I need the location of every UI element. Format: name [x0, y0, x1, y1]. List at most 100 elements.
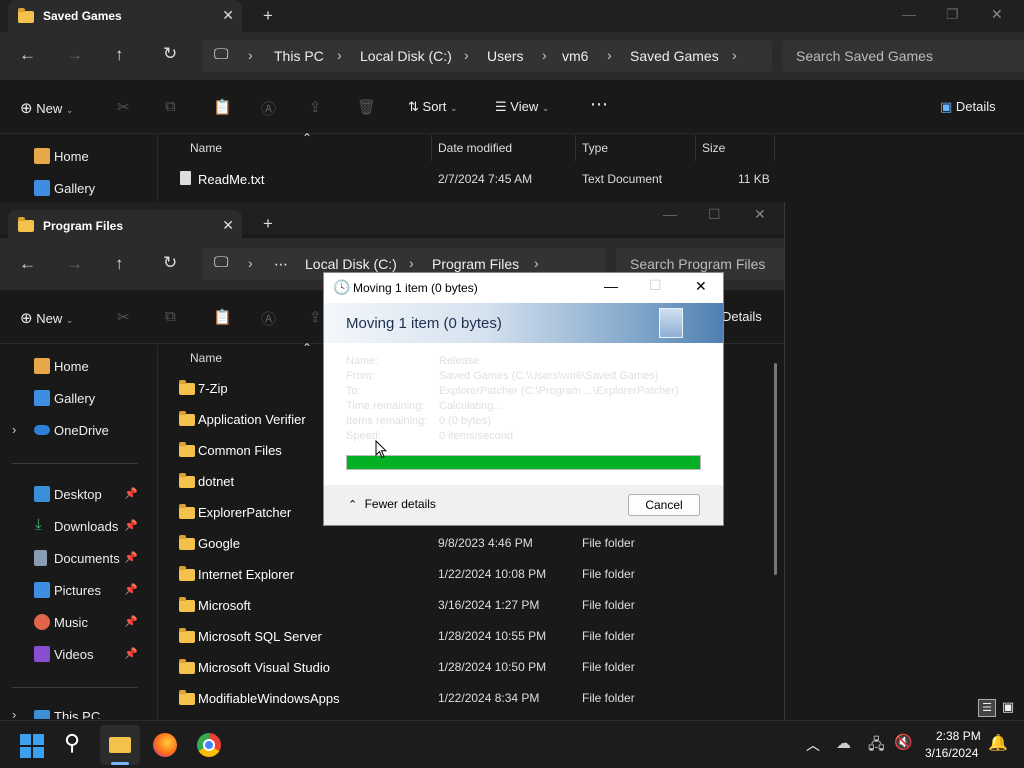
dialog-title-bar[interactable]: 🕓 Moving 1 item (0 bytes) — ☐ ✕ — [324, 273, 723, 303]
chevron-right-icon[interactable]: › — [607, 47, 612, 63]
cancel-button[interactable]: Cancel — [628, 494, 700, 516]
title-bar[interactable]: Saved Games ✕ + — ❐ ✕ — [0, 0, 1024, 32]
refresh-icon[interactable]: ↻ — [163, 44, 177, 64]
share-icon[interactable]: ⇪ — [309, 308, 322, 326]
tiles-view-toggle-icon[interactable]: ▣ — [999, 699, 1017, 717]
dialog-minimize-button[interactable]: — — [604, 278, 618, 294]
dialog-maximize-button[interactable]: ☐ — [649, 277, 662, 294]
fewer-details-button[interactable]: ⌃ Fewer details — [348, 497, 436, 511]
new-tab-button[interactable]: + — [263, 214, 273, 234]
paste-icon[interactable]: 📋 — [213, 98, 232, 116]
column-date-modified[interactable]: Date modified — [438, 141, 512, 155]
refresh-icon[interactable]: ↻ — [163, 253, 177, 273]
paste-icon[interactable]: 📋 — [213, 308, 232, 326]
maximize-button[interactable]: ☐ — [708, 206, 721, 223]
delete-icon[interactable]: 🗑 — [357, 98, 376, 116]
breadcrumb-users[interactable]: Users — [487, 48, 524, 64]
chevron-right-icon[interactable]: › — [534, 255, 539, 271]
sort-button[interactable]: ⇅ Sort ⌄ — [408, 99, 458, 115]
new-button[interactable]: ⊕ New ⌄ — [20, 99, 73, 117]
maximize-button[interactable]: ❐ — [946, 6, 959, 23]
up-arrow-icon[interactable]: ↑ — [115, 45, 124, 65]
search-icon[interactable]: ⚲ — [64, 730, 80, 756]
new-tab-button[interactable]: + — [263, 6, 273, 26]
volume-muted-icon[interactable]: 🔇 — [894, 733, 913, 751]
up-arrow-icon[interactable]: ↑ — [115, 254, 124, 274]
chevron-right-icon[interactable]: › — [542, 47, 547, 63]
folder-row[interactable]: Internet Explorer 1/22/2024 10:08 PM Fil… — [160, 559, 760, 590]
breadcrumb-local-disk[interactable]: Local Disk (C:) — [360, 48, 452, 64]
back-arrow-icon[interactable]: ← — [19, 254, 36, 274]
rename-icon[interactable]: Ⓐ — [261, 308, 276, 329]
vertical-scrollbar[interactable] — [774, 363, 777, 575]
forward-arrow-icon[interactable]: → — [66, 45, 83, 65]
folder-row[interactable]: Microsoft 3/16/2024 1:27 PM File folder — [160, 590, 760, 621]
details-view-toggle-icon[interactable]: ☰ — [978, 699, 996, 717]
details-button[interactable]: ▣ Details — [940, 99, 996, 115]
file-explorer-taskbar-button[interactable] — [100, 725, 140, 765]
folder-date: 9/8/2023 4:46 PM — [438, 536, 533, 550]
chevron-right-icon[interactable]: › — [248, 47, 253, 63]
copy-icon[interactable]: ⧉ — [165, 98, 176, 115]
forward-arrow-icon[interactable]: → — [66, 254, 83, 274]
chrome-icon[interactable] — [197, 733, 221, 757]
show-hidden-icons-chevron-icon[interactable]: ︿ — [806, 735, 820, 755]
notification-bell-icon[interactable]: 🔔 — [988, 733, 1008, 753]
share-icon[interactable]: ⇪ — [309, 98, 322, 116]
clock-date[interactable]: 3/16/2024 — [925, 746, 978, 760]
details-button[interactable]: Details — [722, 309, 762, 324]
search-input[interactable]: Search Saved Games — [782, 40, 1024, 72]
firefox-icon[interactable] — [153, 733, 177, 757]
close-button[interactable]: ✕ — [754, 206, 766, 223]
view-label: View — [510, 99, 539, 114]
dialog-close-button[interactable]: ✕ — [695, 278, 707, 295]
minimize-button[interactable]: — — [663, 206, 677, 222]
breadcrumb-overflow-icon[interactable]: ⋯ — [274, 256, 288, 273]
breadcrumb-saved-games[interactable]: Saved Games — [630, 48, 719, 64]
title-bar[interactable]: Program Files ✕ + — ☐ ✕ — [0, 202, 784, 238]
onedrive-offline-icon[interactable]: ☁ — [836, 734, 851, 752]
nav-gallery[interactable]: Gallery — [0, 175, 150, 203]
close-button[interactable]: ✕ — [991, 6, 1003, 23]
rename-icon[interactable]: Ⓐ — [261, 98, 276, 119]
cut-icon[interactable]: ✂ — [117, 308, 130, 326]
chevron-right-icon[interactable]: › — [248, 255, 253, 271]
view-button[interactable]: ☰ View ⌄ — [495, 99, 549, 115]
chevron-right-icon[interactable]: › — [337, 47, 342, 63]
column-name[interactable]: Name — [190, 141, 222, 155]
breadcrumb-program-files[interactable]: Program Files — [432, 256, 519, 272]
column-name[interactable]: Name — [190, 351, 222, 365]
breadcrumb-local-disk[interactable]: Local Disk (C:) — [305, 256, 397, 272]
chevron-right-icon[interactable]: › — [464, 47, 469, 63]
folder-row[interactable]: ModifiableWindowsApps 1/22/2024 8:34 PM … — [160, 683, 760, 714]
column-size[interactable]: Size — [702, 141, 725, 155]
start-windows-icon[interactable] — [20, 734, 44, 758]
close-tab-icon[interactable]: ✕ — [222, 7, 234, 24]
folder-row[interactable]: Microsoft Visual Studio 1/28/2024 10:50 … — [160, 652, 760, 683]
taskbar: ⚲ ︿ ☁ 🖧 🔇 2:38 PM 3/16/2024 🔔 — [0, 720, 1024, 768]
back-arrow-icon[interactable]: ← — [19, 45, 36, 65]
nav-home[interactable]: Home — [0, 143, 150, 171]
copy-icon[interactable]: ⧉ — [165, 308, 176, 325]
tab-program-files[interactable]: Program Files ✕ — [8, 210, 242, 238]
folder-row[interactable]: Microsoft SQL Server 1/28/2024 10:55 PM … — [160, 621, 760, 652]
network-icon[interactable]: 🖧 — [868, 734, 885, 759]
address-toolbar: ← → ↑ ↻ 🖵 › This PC › Local Disk (C:) › … — [0, 32, 1024, 80]
folder-icon — [179, 504, 195, 519]
breadcrumb-this-pc[interactable]: This PC — [274, 48, 324, 64]
file-row[interactable]: ReadMe.txt 2/7/2024 7:45 AM Text Documen… — [160, 164, 770, 195]
new-button[interactable]: ⊕ New ⌄ — [20, 309, 73, 327]
folder-row[interactable]: Google 9/8/2023 4:46 PM File folder — [160, 528, 760, 559]
tab-saved-games[interactable]: Saved Games ✕ — [8, 0, 242, 32]
close-tab-icon[interactable]: ✕ — [222, 217, 234, 234]
breadcrumb-vm6[interactable]: vm6 — [562, 48, 588, 64]
address-bar[interactable]: 🖵 › This PC › Local Disk (C:) › Users › … — [202, 40, 772, 72]
file-list-header: Name ⌃ Date modified Type Size — [160, 131, 780, 161]
chevron-right-icon[interactable]: › — [732, 47, 737, 63]
minimize-button[interactable]: — — [902, 6, 916, 22]
column-type[interactable]: Type — [582, 141, 608, 155]
more-options-icon[interactable]: ⋯ — [590, 94, 608, 115]
cut-icon[interactable]: ✂ — [117, 98, 130, 116]
chevron-right-icon[interactable]: › — [409, 255, 414, 271]
clock-time[interactable]: 2:38 PM — [936, 729, 981, 743]
